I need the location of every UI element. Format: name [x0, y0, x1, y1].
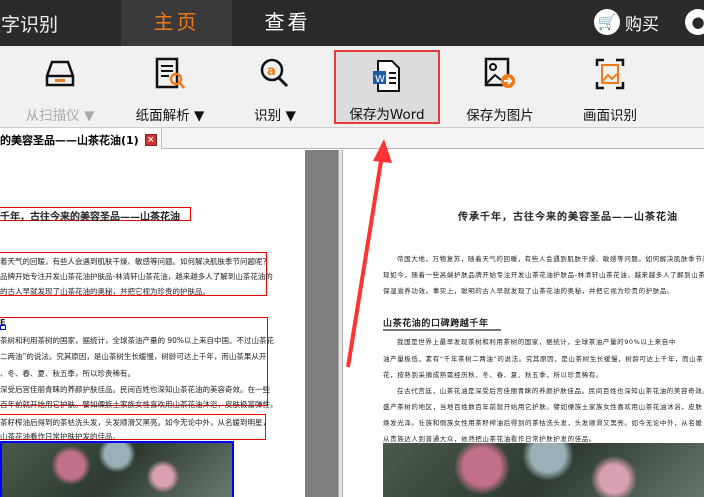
text-line: 保湿滋养功效。事实上，聪明的古人早就发现了山茶花油的奥秘，并把它视为珍贵的护肤品…: [383, 287, 675, 295]
text-line: 帝国大地，万物复苏，随着天气的回暖，有些人会遇到肌肤干燥、敏感等问题。如何解决肌…: [397, 255, 704, 263]
buy-button[interactable]: 🛒 购买: [594, 9, 659, 35]
text-line: 盛产茶树的地区，当地百姓数百年前就开始用它护肤。譬如傈族土家族女性喜欢用山茶花油…: [383, 403, 703, 411]
text-line: 着天气的回暖，有些人会遇到肌肤干燥、敏感等问题。如何解决肌肤季节问题呢？: [0, 257, 270, 266]
screen-capture-icon: [560, 56, 660, 92]
save-image-button[interactable]: 保存为图片: [450, 46, 550, 126]
left-title: 千年，古往今来的美容圣品——山茶花油: [0, 212, 180, 223]
tab-home[interactable]: 主页: [121, 0, 232, 46]
buy-label: 购买: [625, 14, 659, 35]
screen-capture-button[interactable]: 画面识别: [560, 46, 660, 126]
save-word-label: 保存为Word: [349, 107, 425, 123]
page-analyze-label: 纸面解析 ▼: [135, 108, 205, 124]
scanner-icon: [10, 56, 110, 92]
text-line: 我国是世界上最早发现茶树和利用茶树的国家，据统计，全球茶油产量的90%以上来自中: [397, 338, 676, 346]
text-line: 焕发光泽。壮族和侗族女性用茶籽榨油后得到的茶枯洗头发，头发顺滑又黑亮。如今无论中…: [383, 419, 703, 427]
recognize-icon: a: [230, 56, 320, 92]
text-line: 茶籽榨油后得到的茶枯洗头发，头发顺滑又黑亮。如今无论中外，从名媛到明星，: [0, 418, 270, 427]
close-tab-icon[interactable]: ×: [144, 134, 157, 146]
text-line: 、冬、春、夏、秋五季，所以珍贵稀有。: [0, 369, 135, 378]
recognize-label: 识别 ▼: [254, 108, 296, 124]
text-line: 现如今，随着一些高端护肤品牌开始专注开发山茶花油护肤品-林清轩山茶花油，越来越多…: [383, 271, 704, 279]
recognize-button[interactable]: a 识别 ▼: [230, 46, 320, 126]
right-title: 传承千年，古往今来的美容圣品——山茶花油: [458, 212, 678, 223]
text-line: 油产量极低，素有“千年茶树二两油”的说法。究其原因，是山茶树生长缓慢，树龄可达上…: [383, 355, 704, 363]
text-line: 茶树和利用茶树的国家，据统计，全球茶油产量的 90%以上来自中国。不过山茶花: [0, 336, 275, 345]
region-image[interactable]: [0, 441, 234, 497]
page-analyze-icon: [120, 56, 220, 92]
text-line: 的古人早就发现了山茶花油的奥秘，并把它视为珍贵的护肤品。: [0, 287, 210, 296]
save-image-label: 保存为图片: [466, 108, 534, 124]
left-image-pane: 千年，古往今来的美容圣品——山茶花油 着天气的回暖，有些人会遇到肌肤干燥、敏感等…: [0, 150, 305, 497]
top-bar: 文字识别 主页 查看 🛒 购买 ●: [0, 0, 704, 46]
region-small[interactable]: [0, 325, 6, 330]
right-heading: 山茶花油的口碑跨越千年: [383, 316, 501, 331]
toolbar: 从扫描仪 ▼ 纸面解析 ▼ a 识别 ▼ W 保存为Word 保存为图片 画面识…: [0, 46, 704, 128]
text-line: 深受后宫佳丽青睐的养颜护肤佳品。民间百姓也深知山茶花油的美容奇效。在一些: [0, 385, 270, 394]
text-line: 二两油”的说法。究其原因，是山茶树生长缓慢，树龄可达上千年，而山茶果从开: [0, 352, 267, 361]
page-analyze-button[interactable]: 纸面解析 ▼: [120, 46, 220, 126]
app-title: 文字识别: [0, 14, 59, 36]
svg-text:W: W: [375, 74, 385, 85]
annotation-arrow-icon: [346, 139, 392, 368]
cart-icon: 🛒: [594, 9, 620, 35]
text-line: 在古代宫廷，山茶花油是深受后宫佳丽青睐的养颜护肤佳品。民间百姓也深知山茶花油的美…: [397, 387, 704, 395]
screen-capture-label: 画面识别: [583, 108, 637, 124]
save-image-icon: [450, 56, 550, 92]
svg-text:a: a: [267, 64, 276, 79]
text-line: 从贵族达人到普通大众，依然把山茶花油看作日常护肤护发的佳品。: [383, 435, 596, 443]
word-icon: W: [336, 58, 438, 94]
tab-view[interactable]: 查看: [232, 0, 343, 46]
scan-label: 从扫描仪 ▼: [25, 108, 95, 124]
save-word-button[interactable]: W 保存为Word: [334, 50, 440, 124]
text-line: 百年前就开始用它护肤。譬如傈族土家族女性喜欢用山茶花油沐浴，皮肤极富弹性，: [0, 400, 278, 409]
text-line: 品牌开始专注开发山茶花油护肤品-林清轩山茶花油，越来越多人了解到山茶花油的: [0, 272, 273, 281]
pane-gutter: [305, 150, 338, 497]
document-tab[interactable]: 的美容圣品——山茶花油(1) ×: [0, 128, 162, 149]
text-line: 花，按熟到采摘成熟需经历秋、冬、春、夏、秋五季，所以珍贵稀有。: [383, 371, 604, 379]
document-image: [383, 443, 704, 497]
scan-button[interactable]: 从扫描仪 ▼: [10, 46, 110, 126]
document-tab-title: 的美容圣品——山茶花油(1): [0, 134, 139, 147]
user-icon[interactable]: ●: [685, 9, 704, 35]
